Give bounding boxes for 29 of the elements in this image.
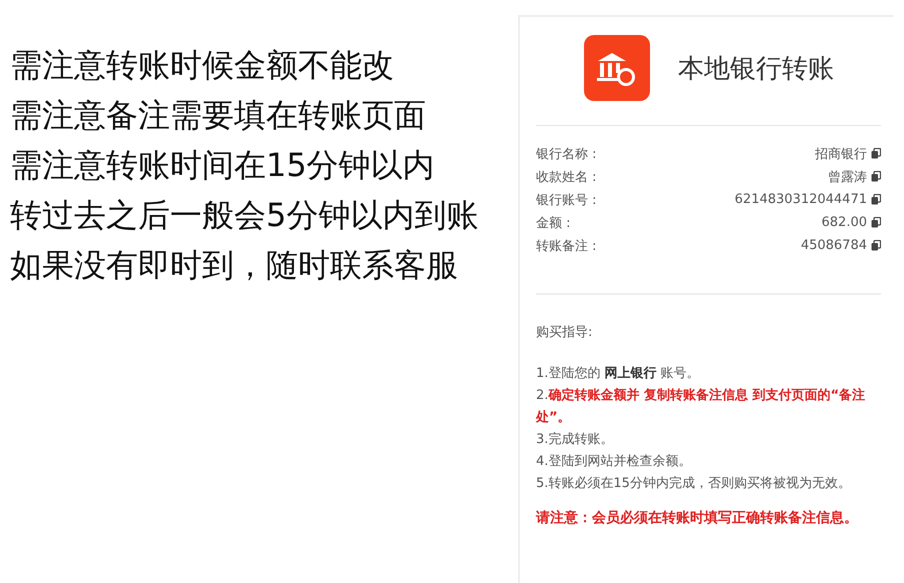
detail-label: 银行账号 : [536,192,597,208]
detail-label: 转账备注 : [536,238,597,254]
guide-step: 2.确定转账金额并 复制转账备注信息 到支付页面的“备注处”。 [536,385,881,429]
detail-value: 招商银行 [815,146,867,162]
guide-step: 3.完成转账。 [536,429,881,451]
bank-logo-icon [584,35,650,101]
copy-icon[interactable] [871,171,881,182]
detail-label: 银行名称 : [536,146,597,162]
detail-label: 金额 : [536,214,571,232]
note-text: 转过去之后一般会5分钟以内到账 [10,195,480,236]
guide-step: 1.登陆您的 网上银行 账号。 [536,363,881,385]
detail-label: 收款姓名 : [536,168,597,186]
copy-icon[interactable] [871,217,881,228]
detail-value: 6214830312044471 [734,192,867,207]
detail-value: 曾露涛 [828,168,867,186]
guide-step: 4.登陆到网站并检查余额。 [536,451,881,473]
copy-icon[interactable] [871,148,881,159]
note-text: 需注意转账时间在15分钟以内 [10,145,436,186]
copy-icon[interactable] [871,194,881,205]
notice-text: 请注意：会员必须在转账时填写正确转账备注信息。 [536,508,859,528]
copy-icon[interactable] [871,240,881,251]
guide-heading: 购买指导: [536,324,594,341]
panel-title: 本地银行转账 [678,52,834,86]
detail-value: 682.00 [822,215,867,230]
note-text: 需注意备注需要填在转账页面 [10,95,427,136]
detail-value: 45086784 [800,238,867,253]
note-text: 需注意转账时候金额不能改 [10,45,395,86]
guide-step: 5.转账必须在15分钟内完成，否则购买将被视为无效。 [536,473,881,495]
note-text: 如果没有即时到，随时联系客服 [10,245,459,286]
